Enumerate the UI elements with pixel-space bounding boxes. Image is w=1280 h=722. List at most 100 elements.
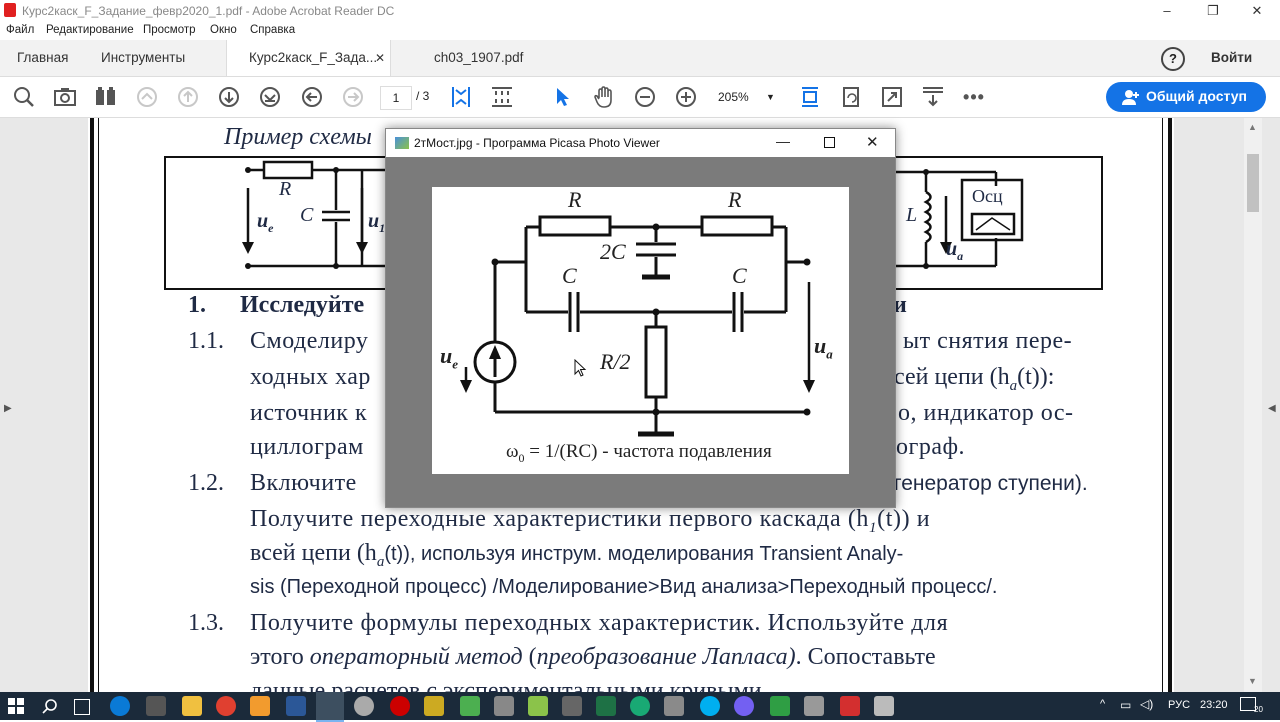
- page-display-icon[interactable]: [921, 85, 945, 109]
- app-taskbar-icon-2[interactable]: [250, 696, 270, 716]
- tab-home[interactable]: Главная: [17, 40, 68, 76]
- fit-width-icon[interactable]: [798, 85, 822, 109]
- battery-icon[interactable]: ▭: [1120, 698, 1131, 712]
- app-taskbar-icon-13[interactable]: [804, 696, 824, 716]
- right-panel-toggle-icon[interactable]: ◀: [1268, 403, 1276, 414]
- more-icon[interactable]: •••: [962, 85, 986, 109]
- viber-icon[interactable]: [734, 696, 754, 716]
- minimize-button[interactable]: –: [1144, 0, 1190, 22]
- edge-icon[interactable]: [110, 696, 130, 716]
- snapshot-icon[interactable]: [53, 85, 77, 109]
- volume-icon[interactable]: ◁): [1140, 697, 1153, 711]
- file-explorer-icon[interactable]: [182, 696, 202, 716]
- picasa-taskbar-icon[interactable]: [316, 692, 344, 722]
- clock[interactable]: 23:20: [1200, 699, 1228, 711]
- last-page-icon[interactable]: [258, 85, 282, 109]
- fig-label-l: L: [906, 204, 918, 226]
- app-taskbar-icon-12[interactable]: [770, 696, 790, 716]
- fig-label-ua: ua: [946, 238, 964, 263]
- tab-document-active[interactable]: Курс2каск_F_Зада... ✕: [226, 40, 391, 76]
- picasa-minimize-button[interactable]: —: [776, 133, 790, 149]
- picasa-close-button[interactable]: ✕: [866, 133, 879, 151]
- chrome-icon[interactable]: [216, 696, 236, 716]
- item-1-3-line3: данные расчетов с экспериментальными кри…: [250, 678, 762, 692]
- page-frame-left: [90, 118, 94, 692]
- share-button[interactable]: Общий доступ: [1106, 82, 1266, 112]
- acrobat-taskbar-icon[interactable]: [840, 696, 860, 716]
- word-icon[interactable]: [286, 696, 306, 716]
- search-taskbar-icon[interactable]: [42, 698, 58, 714]
- compare-icon[interactable]: [94, 85, 118, 109]
- scroll-up-icon[interactable]: ▲: [1248, 122, 1257, 132]
- page-frame-left-inner: [98, 118, 99, 692]
- picasa-app-icon: [395, 137, 409, 149]
- app-taskbar-icon-1[interactable]: [146, 696, 166, 716]
- tab-document-2[interactable]: ch03_1907.pdf: [434, 40, 523, 76]
- page-number-input[interactable]: 1: [380, 86, 412, 110]
- menu-edit[interactable]: Редактирование: [46, 24, 134, 36]
- tray-chevron-icon[interactable]: ^: [1100, 698, 1105, 710]
- left-panel-toggle-icon[interactable]: ▶: [4, 403, 12, 414]
- close-window-button[interactable]: ✕: [1234, 0, 1280, 22]
- hand-tool-icon[interactable]: [592, 85, 616, 109]
- menu-file[interactable]: Файл: [6, 24, 34, 36]
- section-number: 1.: [188, 292, 206, 318]
- first-page-icon[interactable]: [135, 85, 159, 109]
- fig-label-c: C: [300, 204, 314, 226]
- vertical-scrollbar[interactable]: ▲ ▼: [1244, 118, 1262, 692]
- app-taskbar-icon-5[interactable]: [424, 696, 444, 716]
- search-icon[interactable]: [12, 85, 36, 109]
- tab-bar: Главная Инструменты Курс2каск_F_Зада... …: [0, 40, 1280, 77]
- select-cursor-icon[interactable]: [551, 85, 575, 109]
- taskbar: ^ ▭ ◁) РУС 23:20 20: [0, 692, 1280, 722]
- rotate-icon[interactable]: [839, 85, 863, 109]
- skype-icon[interactable]: [700, 696, 720, 716]
- app-taskbar-icon-6[interactable]: [460, 696, 480, 716]
- excel-icon[interactable]: [596, 696, 616, 716]
- help-icon[interactable]: ?: [1161, 47, 1185, 71]
- fig-label-ue: ue: [257, 210, 274, 235]
- fit-page-icon[interactable]: [449, 85, 473, 109]
- next-page-icon[interactable]: [217, 85, 241, 109]
- zoom-out-icon[interactable]: [633, 85, 657, 109]
- menu-window[interactable]: Окно: [210, 24, 237, 36]
- full-screen-icon[interactable]: [880, 85, 904, 109]
- item-1-1-line4-b: ограф.: [896, 434, 966, 460]
- figure-caption: Пример схемы: [224, 124, 372, 150]
- item-1-1-number: 1.1.: [188, 328, 224, 354]
- sign-in-button[interactable]: Войти: [1211, 40, 1252, 76]
- app-taskbar-icon-9[interactable]: [562, 696, 582, 716]
- app-taskbar-icon-10[interactable]: [630, 696, 650, 716]
- picasa-maximize-button[interactable]: [824, 137, 835, 148]
- back-icon[interactable]: [300, 85, 324, 109]
- zoom-in-icon[interactable]: [674, 85, 698, 109]
- language-indicator[interactable]: РУС: [1168, 699, 1190, 711]
- app-taskbar-icon-4[interactable]: [390, 696, 410, 716]
- section-heading: Исследуйте: [240, 292, 365, 318]
- menu-help[interactable]: Справка: [250, 24, 295, 36]
- menu-view[interactable]: Просмотр: [143, 24, 196, 36]
- item-1-2-line4: sis (Переходной процесс) /Моделирование>…: [250, 576, 998, 598]
- tab-tools[interactable]: Инструменты: [101, 40, 185, 76]
- scroll-thumb[interactable]: [1247, 154, 1259, 212]
- windows-start-icon[interactable]: [8, 698, 24, 714]
- scroll-mode-icon[interactable]: [490, 85, 514, 109]
- task-view-icon[interactable]: [74, 699, 90, 715]
- label-c-right: C: [732, 263, 747, 288]
- scroll-down-icon[interactable]: ▼: [1248, 676, 1257, 686]
- restore-button[interactable]: ❐: [1190, 0, 1236, 22]
- app-taskbar-icon-14[interactable]: [874, 696, 894, 716]
- zoom-select[interactable]: 205% ▼: [718, 86, 778, 108]
- app-taskbar-icon-11[interactable]: [664, 696, 684, 716]
- forward-icon[interactable]: [341, 85, 365, 109]
- label-r-left: R: [568, 187, 582, 212]
- app-taskbar-icon-3[interactable]: [354, 696, 374, 716]
- app-taskbar-icon-7[interactable]: [494, 696, 514, 716]
- picasa-title-bar[interactable]: 2тМост.jpg - Программа Picasa Photo View…: [386, 129, 895, 157]
- previous-page-icon[interactable]: [176, 85, 200, 109]
- bridge-circuit-image: R R 2C C C R/2 ue ua ω0 = 1/(RC) - часто…: [432, 187, 849, 474]
- app-taskbar-icon-8[interactable]: [528, 696, 548, 716]
- picasa-window[interactable]: 2тМост.jpg - Программа Picasa Photo View…: [385, 128, 896, 508]
- tab-close-icon[interactable]: ✕: [375, 40, 385, 76]
- item-1-1-line2-a: ходных хар: [250, 364, 371, 390]
